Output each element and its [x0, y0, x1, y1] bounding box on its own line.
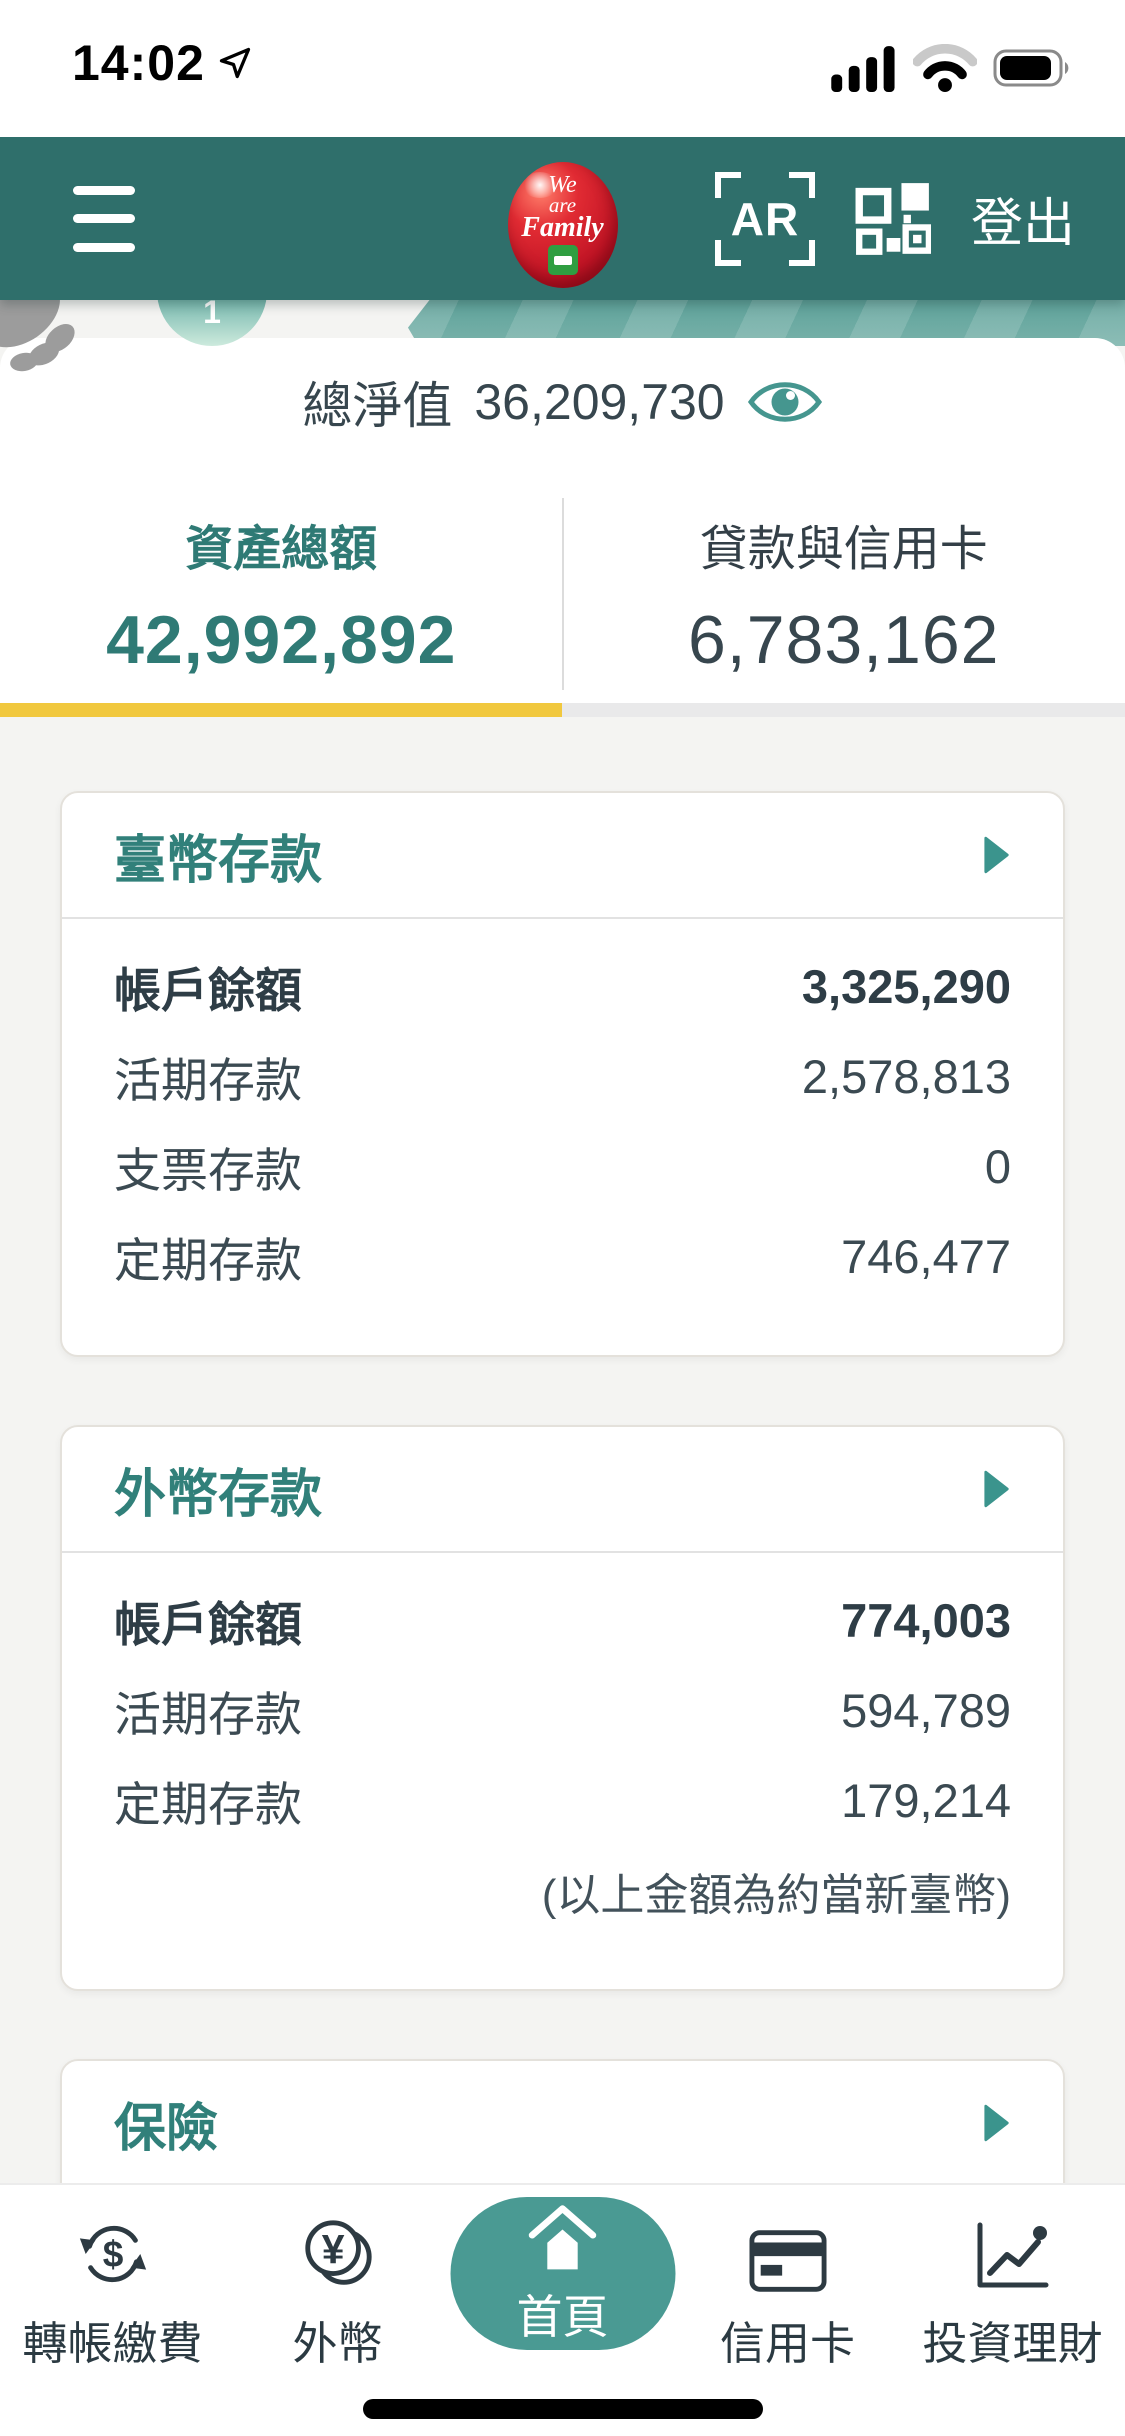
wifi-icon: [913, 44, 977, 92]
foreign-deposits-header[interactable]: 外幣存款: [62, 1427, 1063, 1553]
tab-value: 6,783,162: [563, 602, 1125, 678]
nav-label: 首頁: [517, 2281, 609, 2347]
logout-button[interactable]: 登出: [971, 181, 1075, 256]
tab-total-assets[interactable]: 資產總額 42,992,892: [0, 522, 563, 678]
app-header: We are Family AR 登出: [0, 137, 1125, 300]
row-label: 定期存款: [114, 1222, 302, 1291]
row-value: 179,214: [841, 1773, 1011, 1828]
bank-logo: We are Family: [508, 162, 618, 288]
tab-value: 42,992,892: [0, 602, 563, 678]
location-arrow-icon: [217, 45, 253, 81]
banking-app-screen: 14:02: [0, 0, 1125, 2436]
net-worth-row: 總淨值 36,209,730: [0, 338, 1125, 438]
chevron-right-icon: [983, 2103, 1011, 2143]
ctbc-mark-icon: [548, 245, 578, 275]
mascot-paw-icon: [0, 296, 114, 378]
status-bar: 14:02: [0, 0, 1125, 137]
row-label: 活期存款: [114, 1676, 302, 1745]
svg-text:$: $: [102, 2233, 123, 2275]
ar-scan-button[interactable]: AR: [715, 172, 815, 266]
nav-label: 轉帳繳費: [22, 2307, 202, 2372]
demand-deposit-row: 活期存款 2,578,813: [114, 1031, 1011, 1121]
tab-loans-credit-cards[interactable]: 貸款與信用卡 6,783,162: [563, 522, 1125, 678]
home-indicator[interactable]: [363, 2399, 763, 2419]
nav-item-investment[interactable]: 投資理財: [900, 2185, 1125, 2436]
twd-deposits-card: 臺幣存款 帳戶餘額 3,325,290 活期存款 2,578,813 支票存款 …: [60, 791, 1065, 1357]
row-label: 支票存款: [114, 1132, 302, 1201]
home-icon: [523, 2201, 603, 2277]
cellular-signal-icon: [831, 44, 897, 92]
inactive-tab-underline: [562, 703, 1125, 717]
row-value: 746,477: [841, 1229, 1011, 1284]
investment-icon: [974, 2221, 1052, 2293]
foreign-deposits-card: 外幣存款 帳戶餘額 774,003 活期存款 594,789 定期存款 179,…: [60, 1425, 1065, 1991]
credit-card-icon: [749, 2229, 827, 2293]
row-label: 活期存款: [114, 1042, 302, 1111]
battery-icon: [993, 48, 1073, 88]
demand-deposit-row: 活期存款 594,789: [114, 1665, 1011, 1755]
ar-scan-icon: AR: [731, 192, 799, 246]
menu-button[interactable]: [73, 186, 135, 252]
chevron-right-icon: [983, 1469, 1011, 1509]
row-label: 定期存款: [114, 1766, 302, 1835]
row-value: 3,325,290: [802, 959, 1011, 1014]
tab-label: 資產總額: [0, 522, 563, 578]
summary-sheet: 總淨值 36,209,730 資產總額 42,992,892 貸款與信用卡 6,…: [0, 338, 1125, 717]
nav-label: 投資理財: [922, 2307, 1102, 2372]
transfer-icon: $: [74, 2215, 152, 2293]
nav-label: 外幣: [292, 2307, 382, 2372]
foreign-currency-icon: ¥: [299, 2215, 377, 2293]
card-title: 外幣存款: [114, 1452, 322, 1527]
nav-item-transfer[interactable]: $ 轉帳繳費: [0, 2185, 225, 2436]
toggle-visibility-button[interactable]: [747, 377, 823, 427]
net-worth-label: 總淨值: [302, 366, 452, 438]
nav-label: 信用卡: [720, 2307, 855, 2372]
card-title: 保險: [114, 2086, 218, 2161]
qr-code-icon[interactable]: [855, 181, 931, 257]
active-tab-underline: [0, 703, 562, 717]
home-pill[interactable]: 首頁: [450, 2197, 675, 2350]
card-title: 臺幣存款: [114, 818, 322, 893]
chevron-right-icon: [983, 835, 1011, 875]
row-value: 0: [985, 1139, 1011, 1194]
ntd-equivalent-note: (以上金額為約當新臺幣): [114, 1845, 1011, 1937]
logo-text: Family: [521, 215, 603, 240]
twd-deposits-header[interactable]: 臺幣存款: [62, 793, 1063, 919]
row-value: 594,789: [841, 1683, 1011, 1738]
tabs-divider: [562, 498, 564, 690]
time-deposit-row: 定期存款 179,214: [114, 1755, 1011, 1845]
svg-text:¥: ¥: [321, 2226, 344, 2272]
row-label: 帳戶餘額: [114, 952, 302, 1021]
row-value: 774,003: [841, 1593, 1011, 1648]
insurance-header[interactable]: 保險: [62, 2061, 1063, 2187]
status-time: 14:02: [72, 34, 205, 92]
account-balance-row: 帳戶餘額 774,003: [114, 1575, 1011, 1665]
row-label: 帳戶餘額: [114, 1586, 302, 1655]
account-balance-row: 帳戶餘額 3,325,290: [114, 941, 1011, 1031]
checking-deposit-row: 支票存款 0: [114, 1121, 1011, 1211]
row-value: 2,578,813: [802, 1049, 1011, 1104]
net-worth-value: 36,209,730: [474, 373, 724, 431]
eye-icon: [747, 377, 823, 427]
time-deposit-row: 定期存款 746,477: [114, 1211, 1011, 1301]
tab-label: 貸款與信用卡: [563, 522, 1125, 578]
